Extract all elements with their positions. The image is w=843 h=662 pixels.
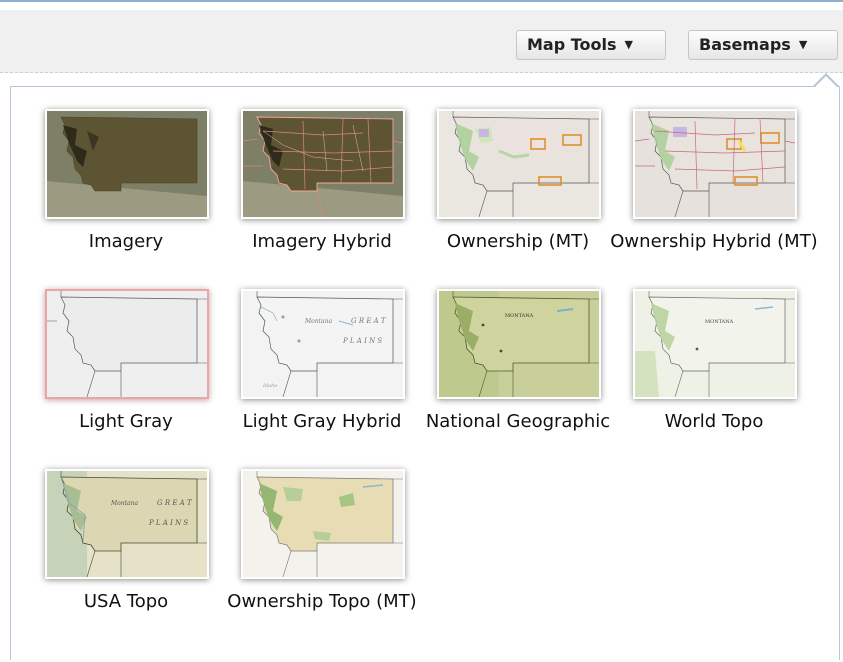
basemap-tile-imagery-hybrid[interactable]: Imagery Hybrid <box>207 87 405 267</box>
map-tools-button[interactable]: Map Tools ▼ <box>516 30 666 60</box>
basemap-tile-ownership[interactable]: Ownership (MT) <box>403 87 601 267</box>
svg-text:Montana: Montana <box>110 500 138 507</box>
chevron-down-icon: ▼ <box>798 38 808 51</box>
map-thumbnail-image: MONTANA <box>635 291 795 397</box>
basemap-tile-light-gray-hybrid[interactable]: Montana G R E A T P L A I N S Idaho Ligh… <box>207 267 405 447</box>
map-tools-label: Map Tools <box>527 35 617 54</box>
basemap-tile-ownership-topo[interactable]: Ownership Topo (MT) <box>207 447 417 627</box>
basemaps-label: Basemaps <box>699 35 791 54</box>
basemap-label: Ownership (MT) <box>446 231 590 252</box>
map-thumbnail-image <box>243 111 403 217</box>
basemap-tile-usa-topo[interactable]: Montana G R E A T P L A I N S USA Topo <box>11 447 209 627</box>
basemap-thumbnail[interactable] <box>241 469 405 579</box>
map-thumbnail-image <box>47 111 207 217</box>
toolbar: Map Tools ▼ Basemaps ▼ <box>0 10 843 73</box>
map-thumbnail-image <box>439 111 599 217</box>
svg-text:G R E A T: G R E A T <box>351 317 387 325</box>
basemap-thumbnail[interactable]: Montana G R E A T P L A I N S <box>45 469 209 579</box>
dropdown-pointer-inner <box>814 76 838 88</box>
basemap-label: Light Gray <box>79 411 173 432</box>
map-thumbnail-image: MONTANA <box>439 291 599 397</box>
map-thumbnail-image: Montana G R E A T P L A I N S Idaho <box>243 291 403 397</box>
basemap-tile-world-topo[interactable]: MONTANA World Topo <box>599 267 797 447</box>
basemap-label: USA Topo <box>83 591 169 612</box>
basemap-label: Imagery <box>88 231 164 252</box>
svg-text:P L A I N S: P L A I N S <box>148 519 188 527</box>
basemap-thumbnail[interactable]: MONTANA <box>437 289 601 399</box>
svg-text:Idaho: Idaho <box>262 383 277 389</box>
basemap-label: World Topo <box>664 411 764 432</box>
map-thumbnail-image <box>635 111 795 217</box>
basemap-thumbnail[interactable] <box>241 109 405 219</box>
basemap-label: Ownership Topo (MT) <box>227 591 417 612</box>
basemap-label: Ownership Hybrid (MT) <box>610 231 818 252</box>
map-thumbnail-image <box>47 291 207 397</box>
basemap-tile-imagery[interactable]: Imagery <box>11 87 209 267</box>
basemap-thumbnail[interactable]: Montana G R E A T P L A I N S Idaho <box>241 289 405 399</box>
basemap-tile-light-gray[interactable]: Light Gray <box>11 267 209 447</box>
svg-text:Montana: Montana <box>304 318 332 325</box>
svg-text:P L A I N S: P L A I N S <box>342 337 382 345</box>
basemap-label: Imagery Hybrid <box>252 231 392 252</box>
chevron-down-icon: ▼ <box>624 38 633 51</box>
basemap-label: Light Gray Hybrid <box>242 411 402 432</box>
basemap-label: National Geographic <box>425 411 611 432</box>
svg-text:G R E A T: G R E A T <box>157 499 193 507</box>
basemap-tile-natgeo[interactable]: MONTANA National Geographic <box>403 267 610 447</box>
map-thumbnail-image: Montana G R E A T P L A I N S <box>47 471 207 577</box>
svg-text:MONTANA: MONTANA <box>505 313 534 319</box>
map-thumbnail-image <box>243 471 403 577</box>
basemap-thumbnail[interactable] <box>437 109 601 219</box>
basemaps-button[interactable]: Basemaps ▼ <box>688 30 838 60</box>
basemap-thumbnail[interactable] <box>45 109 209 219</box>
basemap-thumbnail[interactable] <box>45 289 209 399</box>
basemap-grid: Imagery Imagery Hybrid Ownership (MT) Ow… <box>11 87 839 660</box>
basemap-thumbnail[interactable] <box>633 109 797 219</box>
svg-text:MONTANA: MONTANA <box>705 319 734 325</box>
basemap-tile-ownership-hybrid[interactable]: Ownership Hybrid (MT) <box>599 87 818 267</box>
basemap-thumbnail[interactable]: MONTANA <box>633 289 797 399</box>
basemap-gallery-panel: Imagery Imagery Hybrid Ownership (MT) Ow… <box>10 86 840 660</box>
